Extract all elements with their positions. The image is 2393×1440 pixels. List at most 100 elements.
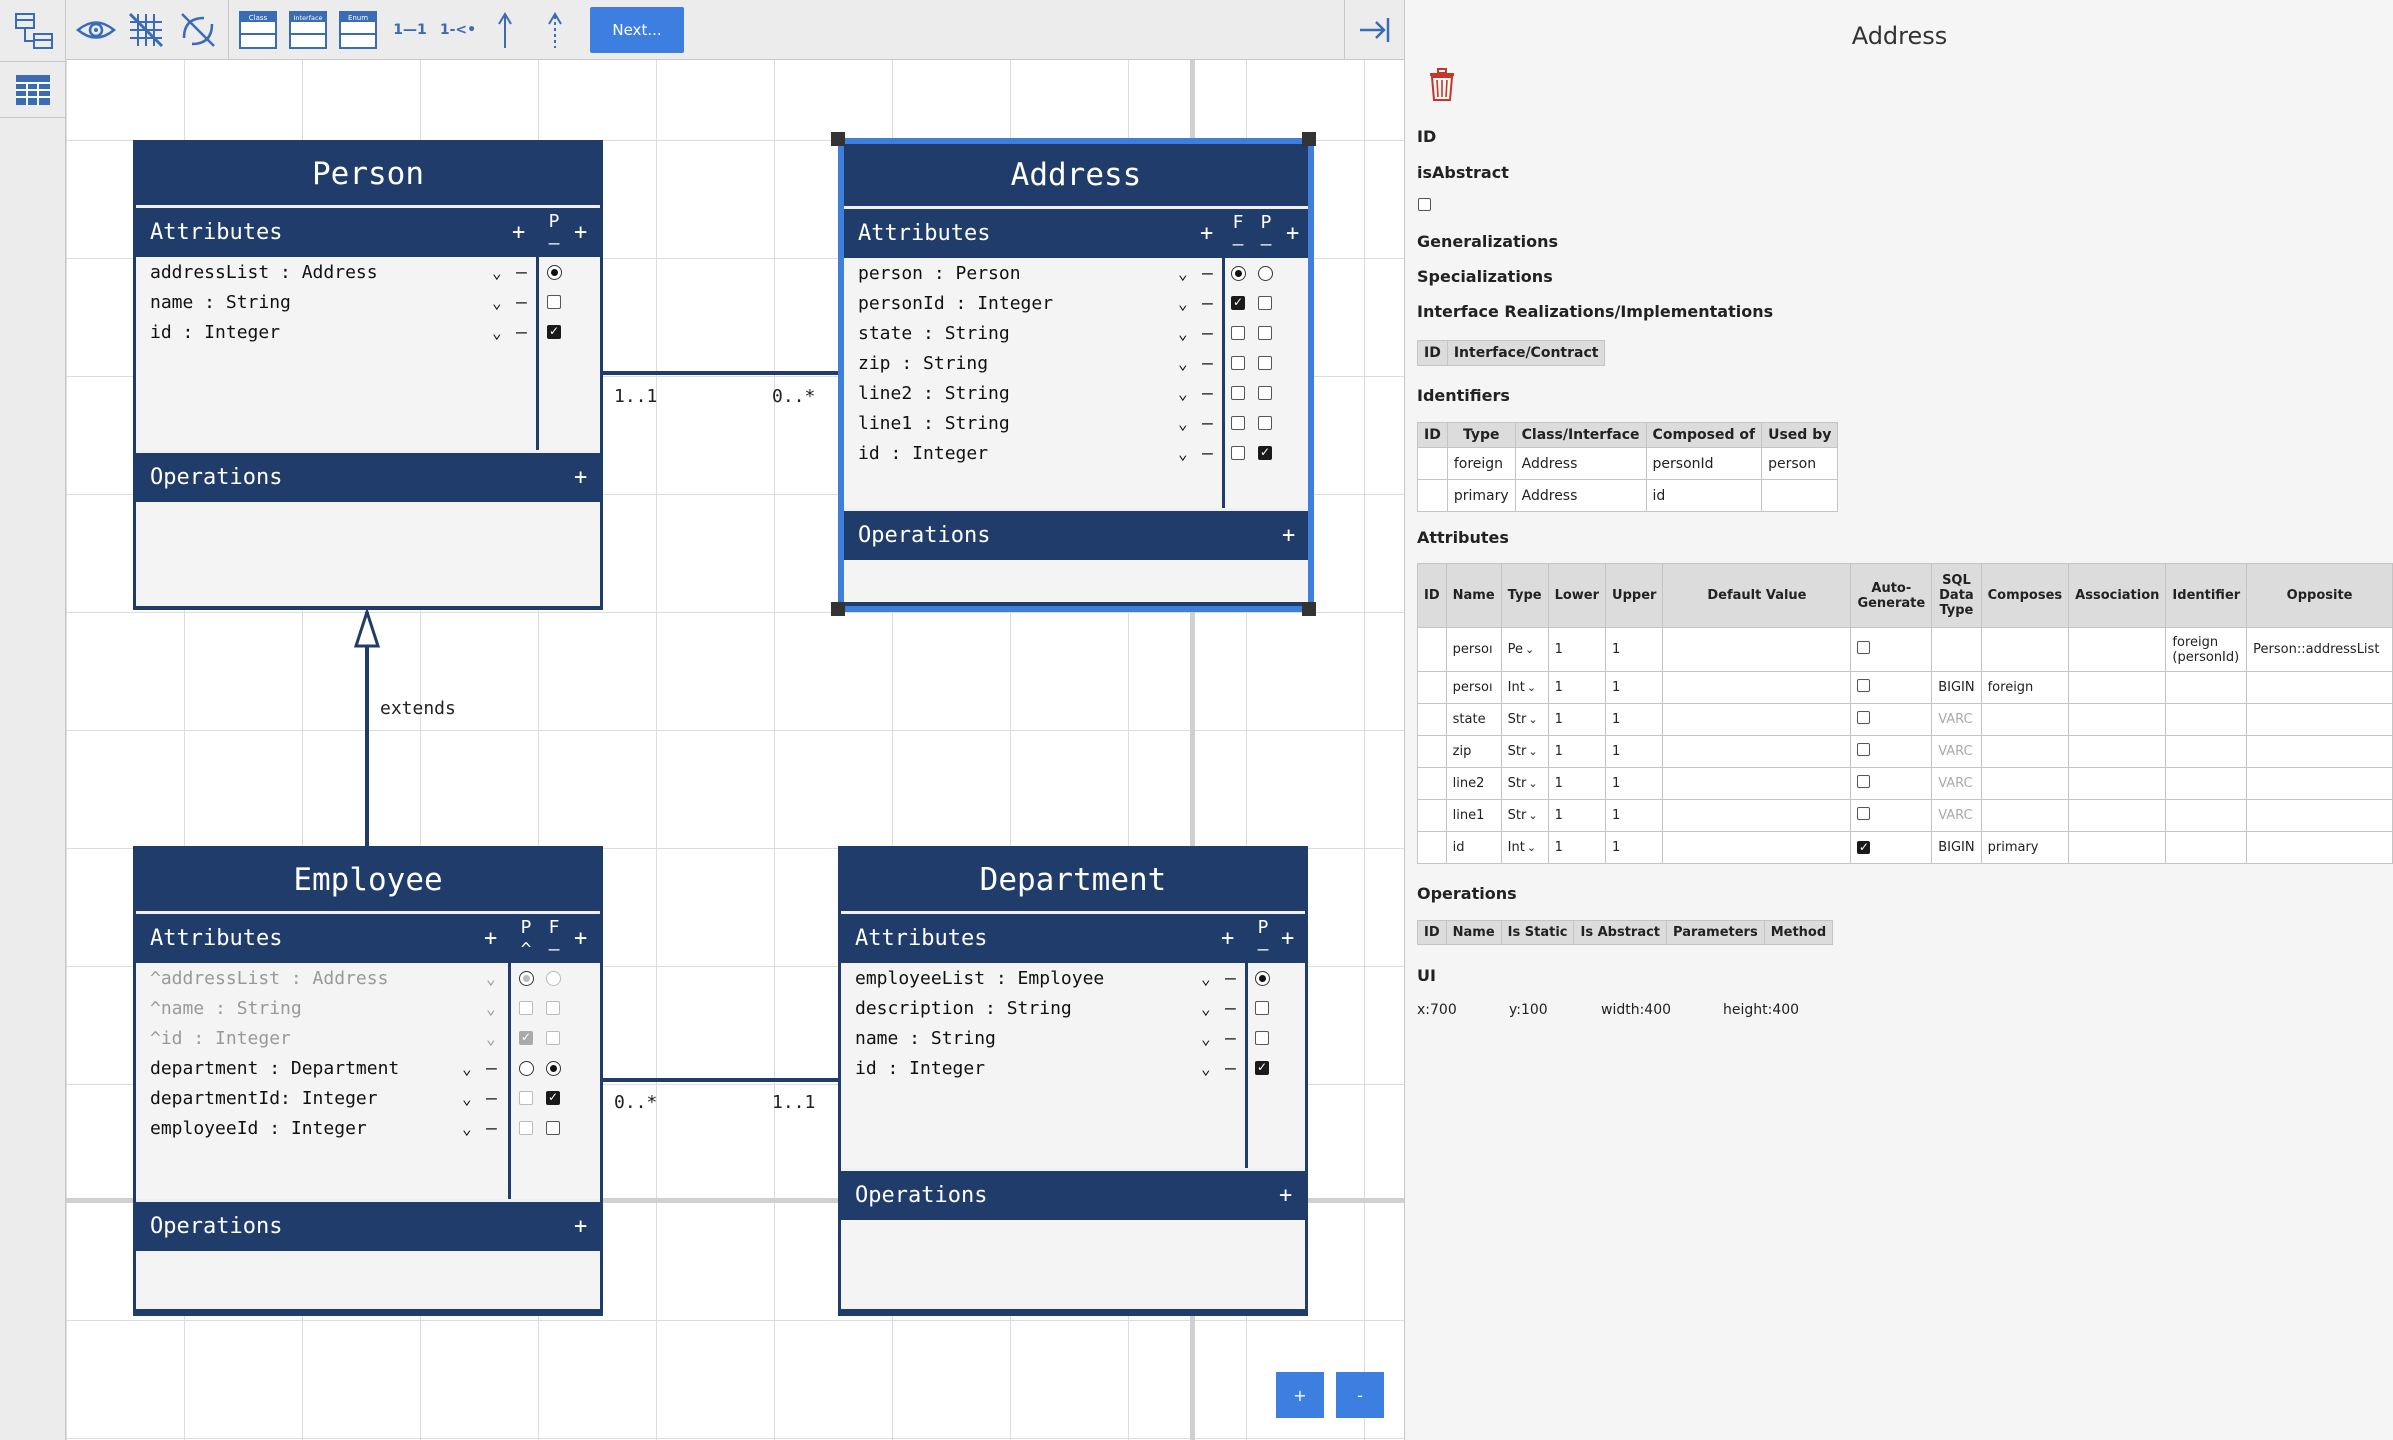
remove-attribute-icon[interactable]: – <box>1225 998 1236 1019</box>
attribute-row[interactable]: name : String ⌄ – <box>841 1023 1245 1053</box>
chevron-down-icon[interactable]: ⌄ <box>462 1089 472 1108</box>
table-row[interactable]: line2 Str ⌄ 1 1 VARC <box>1417 767 2393 800</box>
grid-toggle-icon[interactable] <box>124 8 168 52</box>
chevron-down-icon[interactable]: ⌄ <box>1178 384 1188 403</box>
table-cell[interactable] <box>1850 767 1933 800</box>
remove-attribute-icon[interactable]: – <box>486 1088 497 1109</box>
next-button[interactable]: Next... <box>590 7 684 53</box>
add-attribute-icon[interactable]: + <box>512 220 525 245</box>
chevron-down-icon[interactable]: ⌄ <box>1528 809 1537 822</box>
chevron-down-icon[interactable]: ⌄ <box>1201 1029 1211 1048</box>
table-row[interactable]: state Str ⌄ 1 1 VARC <box>1417 703 2393 736</box>
no-lines-icon[interactable] <box>176 8 220 52</box>
class-title[interactable]: Person <box>136 143 600 205</box>
one-to-one-icon[interactable]: 1—1 <box>388 12 432 48</box>
zoom-in-button[interactable]: + <box>1276 1372 1324 1418</box>
attribute-row[interactable]: line1 : String ⌄ – <box>844 408 1222 438</box>
chevron-down-icon[interactable]: ⌄ <box>462 1059 472 1078</box>
primary-checkbox[interactable] <box>547 295 561 309</box>
auto-generate-checkbox[interactable] <box>1857 711 1871 724</box>
class-address[interactable]: Address Attributes + F – P – + person : Pe… <box>838 138 1314 612</box>
type-select[interactable]: Int ⌄ <box>1508 680 1542 695</box>
resize-handle[interactable] <box>1302 132 1316 146</box>
primary-checkbox[interactable] <box>1255 1001 1269 1015</box>
attribute-row[interactable]: employeeList : Employee ⌄ – <box>841 963 1245 993</box>
attribute-row[interactable]: description : String ⌄ – <box>841 993 1245 1023</box>
zoom-out-button[interactable]: - <box>1336 1372 1384 1418</box>
chevron-down-icon[interactable]: ⌄ <box>1178 354 1188 373</box>
attribute-row[interactable]: addressList : Address ⌄ – <box>136 257 536 287</box>
remove-attribute-icon[interactable]: – <box>1202 323 1213 344</box>
primary-checkbox[interactable] <box>1255 1031 1269 1045</box>
enum-icon[interactable]: Enum <box>336 6 380 54</box>
table-cell[interactable] <box>1850 799 1933 832</box>
remove-attribute-icon[interactable]: – <box>1202 383 1213 404</box>
primary-checkbox[interactable]: ✓ <box>547 325 561 339</box>
chevron-down-icon[interactable]: ⌄ <box>492 263 502 282</box>
auto-generate-checkbox[interactable] <box>1857 641 1871 654</box>
primary-checkbox[interactable] <box>1258 416 1272 430</box>
chevron-down-icon[interactable]: ⌄ <box>1528 777 1537 790</box>
class-title[interactable]: Address <box>844 144 1308 206</box>
table-row[interactable]: persoı Pe ⌄ 1 1 foreign (personId) Person::add… <box>1417 627 2393 672</box>
one-to-many-icon[interactable]: 1-<• <box>436 12 480 48</box>
add-attribute-icon[interactable]: + <box>484 926 497 951</box>
table-cell[interactable]: Int ⌄ <box>1500 831 1549 864</box>
table-cell[interactable]: Str ⌄ <box>1500 735 1549 768</box>
table-row[interactable]: id Int ⌄ 1 1 ✓ BIGIN primary <box>1417 831 2393 864</box>
add-attribute-icon[interactable]: + <box>1221 926 1234 951</box>
class-person[interactable]: Person Attributes + P – + addressList : A… <box>133 140 603 610</box>
table-cell[interactable]: line1 <box>1445 799 1502 832</box>
diagram-view-icon[interactable] <box>0 0 65 62</box>
attribute-row[interactable]: departmentId: Integer ⌄ – <box>136 1083 508 1113</box>
primary-radio[interactable] <box>1255 971 1270 986</box>
add-operation-icon[interactable]: + <box>574 465 587 490</box>
foreign-radio[interactable] <box>1231 266 1246 281</box>
remove-attribute-icon[interactable]: – <box>1202 353 1213 374</box>
chevron-down-icon[interactable]: ⌄ <box>1178 264 1188 283</box>
attribute-row[interactable]: person : Person ⌄ – <box>844 258 1222 288</box>
add-operation-icon[interactable]: + <box>1282 523 1295 548</box>
foreign-checkbox[interactable] <box>1231 356 1245 370</box>
chevron-down-icon[interactable]: ⌄ <box>1527 681 1536 694</box>
remove-attribute-icon[interactable]: – <box>1225 1058 1236 1079</box>
primary-checkbox[interactable] <box>1258 326 1272 340</box>
auto-generate-checkbox[interactable]: ✓ <box>1857 841 1871 854</box>
table-row[interactable]: foreign Address personId person <box>1417 447 1839 480</box>
type-select[interactable]: Pe ⌄ <box>1508 642 1542 657</box>
remove-attribute-icon[interactable]: – <box>486 1118 497 1139</box>
remove-attribute-icon[interactable]: – <box>1202 263 1213 284</box>
type-select[interactable]: Str ⌄ <box>1508 776 1542 791</box>
add-column-icon[interactable]: + <box>1286 221 1299 246</box>
primary-checkbox[interactable] <box>1258 386 1272 400</box>
attribute-row[interactable]: personId : Integer ⌄ – <box>844 288 1222 318</box>
type-select[interactable]: Int ⌄ <box>1508 840 1542 855</box>
table-cell[interactable]: state <box>1445 703 1502 736</box>
table-cell[interactable] <box>1850 735 1933 768</box>
table-cell[interactable] <box>1850 671 1933 704</box>
remove-attribute-icon[interactable]: – <box>1225 1028 1236 1049</box>
primary-checkbox[interactable] <box>519 1091 533 1105</box>
show-hide-icon[interactable] <box>74 8 118 52</box>
collapse-panel-icon[interactable] <box>1352 8 1396 52</box>
add-operation-icon[interactable]: + <box>1279 1183 1292 1208</box>
foreign-checkbox[interactable]: ✓ <box>546 1091 560 1105</box>
add-operation-icon[interactable]: + <box>574 1214 587 1239</box>
chevron-down-icon[interactable]: ⌄ <box>1527 841 1536 854</box>
foreign-checkbox[interactable] <box>1231 386 1245 400</box>
table-cell[interactable]: Str ⌄ <box>1500 767 1549 800</box>
table-row[interactable]: zip Str ⌄ 1 1 VARC <box>1417 735 2393 768</box>
class-title[interactable]: Employee <box>136 849 600 911</box>
diagram-canvas[interactable]: 1..1 0..* 0..* 1..1 extends Person Attri… <box>66 60 1404 1440</box>
attribute-row[interactable]: id : Integer ⌄ – <box>844 438 1222 468</box>
foreign-checkbox[interactable] <box>1231 416 1245 430</box>
chevron-down-icon[interactable]: ⌄ <box>492 323 502 342</box>
resize-handle[interactable] <box>831 132 845 146</box>
primary-checkbox[interactable] <box>519 1121 533 1135</box>
primary-radio[interactable] <box>1258 266 1273 281</box>
attribute-row[interactable]: id : Integer ⌄ – <box>136 317 536 347</box>
remove-attribute-icon[interactable]: – <box>1225 968 1236 989</box>
primary-checkbox[interactable]: ✓ <box>1258 446 1272 460</box>
remove-attribute-icon[interactable]: – <box>516 292 527 313</box>
table-cell[interactable]: Pe ⌄ <box>1500 627 1549 672</box>
